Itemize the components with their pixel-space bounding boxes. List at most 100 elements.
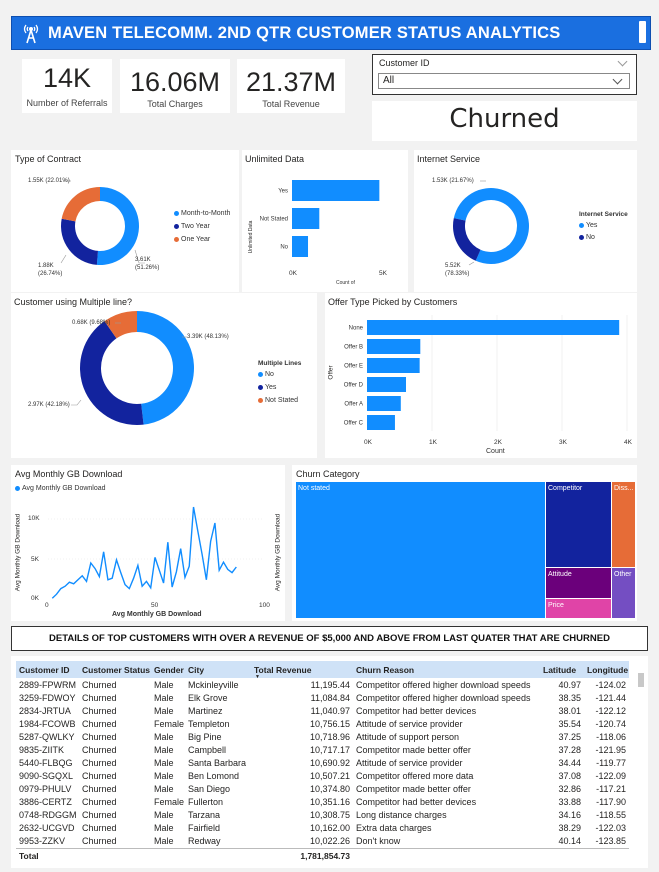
table-row[interactable]: 9835-ZIITK Churned Male Campbell 10,717.17 Co…: [16, 743, 629, 756]
chart-title: Churn Category: [296, 469, 360, 479]
sort-descending-icon[interactable]: ▼: [255, 674, 260, 680]
bar-not-stated[interactable]: [292, 208, 320, 229]
column-header[interactable]: Customer ID: [16, 661, 79, 678]
table-cell: Male: [154, 757, 174, 768]
dashboard-header: MAVEN TELECOMM. 2ND QTR CUSTOMER STATUS …: [11, 16, 651, 50]
kpi-value: 16.06M: [129, 67, 221, 97]
column-header[interactable]: Latitude: [540, 661, 584, 678]
column-header[interactable]: Total Revenue ▼: [251, 661, 353, 680]
unlimited-data-chart[interactable]: Unlimited Data Unlimited Data Yes Not Sta…: [242, 150, 408, 292]
x-axis-label: Count: [486, 448, 505, 455]
bar-offer-a[interactable]: [367, 396, 401, 411]
kpi-label: Total Revenue: [262, 99, 320, 109]
donut-slice-one-year[interactable]: [61, 187, 100, 222]
legend-item[interactable]: Yes: [258, 384, 276, 391]
table-cell: Attitude of service provider: [356, 757, 463, 768]
legend-item[interactable]: Month-to-Month: [174, 210, 230, 217]
legend-item[interactable]: One Year: [174, 236, 210, 243]
contract-type-chart[interactable]: Type of Contract 3.61K (51.26%) 1.88K (26.…: [11, 150, 239, 292]
table-row[interactable]: 0979-PHULV Churned Male San Diego 10,374.80 C…: [16, 782, 629, 795]
table-cell: Male: [154, 679, 174, 690]
churn-category-chart[interactable]: Churn Category Not stated Competitor Dis…: [292, 465, 637, 621]
treemap-tile-attitude[interactable]: Attitude: [546, 568, 611, 598]
kpi-value: 21.37M: [245, 67, 337, 97]
table-cell: Attitude of service provider: [356, 718, 463, 729]
treemap-tile-not-stated[interactable]: Not stated: [296, 482, 545, 618]
bar-offer-c[interactable]: [367, 415, 395, 430]
table-cell: 10,717.17: [309, 744, 350, 755]
legend-item[interactable]: No: [579, 234, 595, 241]
series-line-avg-monthly-gb[interactable]: [51, 506, 237, 599]
table-cell: Extra data charges: [356, 822, 432, 833]
column-header[interactable]: Gender: [151, 661, 185, 678]
treemap-tile-competitor[interactable]: Competitor: [546, 482, 611, 567]
multiple-lines-chart[interactable]: Customer using Multiple line? 3.39K (48.…: [11, 293, 317, 458]
bar-offer-e[interactable]: [367, 358, 420, 373]
table-row[interactable]: 2632-UCGVD Churned Male Fairfield 10,162.00 E…: [16, 821, 629, 834]
treemap-tile-dissatisfaction[interactable]: Diss...: [612, 482, 635, 567]
offer-type-chart[interactable]: Offer Type Picked by Customers Offer Non…: [325, 293, 637, 458]
table-cell: Churned: [82, 679, 117, 690]
table-row[interactable]: 3886-CERTZ Churned Female Fullerton 10,351.1…: [16, 795, 629, 808]
table-row[interactable]: 5287-QWLKY Churned Male Big Pine 10,718.96 At…: [16, 730, 629, 743]
total-revenue-value: 1,781,854.73: [300, 851, 350, 861]
header-scrollbar[interactable]: [639, 21, 646, 43]
table-cell: 5440-FLBQG: [19, 757, 73, 768]
donut-slice-yes[interactable]: [80, 321, 144, 425]
donut-slice-no[interactable]: [453, 218, 481, 261]
table-row[interactable]: 5440-FLBQG Churned Male Santa Barbara 10,690…: [16, 756, 629, 769]
legend-dot-icon: [579, 222, 584, 228]
table-cell: 10,507.21: [309, 770, 350, 781]
bar-no[interactable]: [292, 236, 309, 257]
chevron-down-icon[interactable]: [612, 74, 623, 85]
slicer-dropdown[interactable]: All: [378, 73, 630, 89]
table-scrollbar[interactable]: [638, 673, 644, 687]
column-header[interactable]: Churn Reason: [353, 661, 540, 678]
bar-offer-d[interactable]: [367, 377, 406, 392]
table-cell: -120.74: [595, 718, 626, 729]
donut-slice-month-to-month[interactable]: [96, 187, 140, 265]
dashboard-title: MAVEN TELECOMM. 2ND QTR CUSTOMER STATUS …: [48, 24, 561, 42]
table-row[interactable]: 2889-FPWRM Churned Male Mckinleyville 11,195…: [16, 678, 629, 691]
kpi-label: Total Charges: [147, 99, 203, 109]
customer-id-slicer[interactable]: Customer ID All: [372, 54, 637, 95]
bar-none[interactable]: [367, 320, 620, 335]
donut-slice-two-year[interactable]: [60, 218, 98, 265]
legend-item[interactable]: Not Stated: [258, 397, 298, 404]
x-tick: 2K: [494, 439, 502, 446]
table-cell: 2834-JRTUA: [19, 705, 71, 716]
legend-item[interactable]: Yes: [579, 222, 597, 229]
table-cell: Ben Lomond: [188, 770, 240, 781]
column-header[interactable]: Longitude: [584, 661, 629, 678]
table-cell: 11,195.44: [310, 679, 350, 690]
treemap-tile-price[interactable]: Price: [546, 599, 611, 618]
banner-text: DETAILS OF TOP CUSTOMERS WITH OVER A REV…: [49, 633, 610, 644]
table-row[interactable]: 3259-FDWOY Churned Male Elk Grove 11,084.84 C…: [16, 691, 629, 704]
column-header[interactable]: Customer Status: [79, 661, 151, 678]
legend-item[interactable]: No: [258, 371, 274, 378]
table-row[interactable]: 9953-ZZKV Churned Male Redway 10,022.26 Don't…: [16, 834, 629, 847]
internet-service-chart[interactable]: Internet Service 1.53K (21.67%) 5.52K (78…: [414, 150, 637, 292]
table-cell: Male: [154, 783, 174, 794]
table-cell: 34.16: [558, 809, 581, 820]
chevron-down-icon[interactable]: [617, 56, 628, 67]
table-cell: -123.85: [595, 835, 626, 846]
table-row[interactable]: 0748-RDGGM Churned Male Tarzana 10,308.75 Lon…: [16, 808, 629, 821]
avg-gb-download-chart[interactable]: Avg Monthly GB Download Avg Monthly GB D…: [11, 465, 285, 621]
table-cell: 10,718.96: [309, 731, 350, 742]
data-label: 0.68K (9.68%): [72, 320, 111, 326]
table-cell: Churned: [82, 744, 117, 755]
table-cell: Fairfield: [188, 822, 221, 833]
donut-slice-no[interactable]: [137, 311, 195, 425]
table-cell: 3886-CERTZ: [19, 796, 72, 807]
table-row[interactable]: 1984-FCOWB Churned Female Templeton 10,756.1…: [16, 717, 629, 730]
treemap-tile-other[interactable]: Other: [612, 568, 635, 618]
table-cell: Churned: [82, 770, 117, 781]
bar-yes[interactable]: [292, 180, 380, 201]
legend-item[interactable]: Two Year: [174, 223, 210, 230]
table-row[interactable]: 9090-SGQXL Churned Male Ben Lomond 10,507.21…: [16, 769, 629, 782]
table-cell: 9835-ZIITK: [19, 744, 65, 755]
column-header[interactable]: City: [185, 661, 251, 678]
bar-offer-b[interactable]: [367, 339, 421, 354]
table-row[interactable]: 2834-JRTUA Churned Male Martinez 11,040.97 Co…: [16, 704, 629, 717]
